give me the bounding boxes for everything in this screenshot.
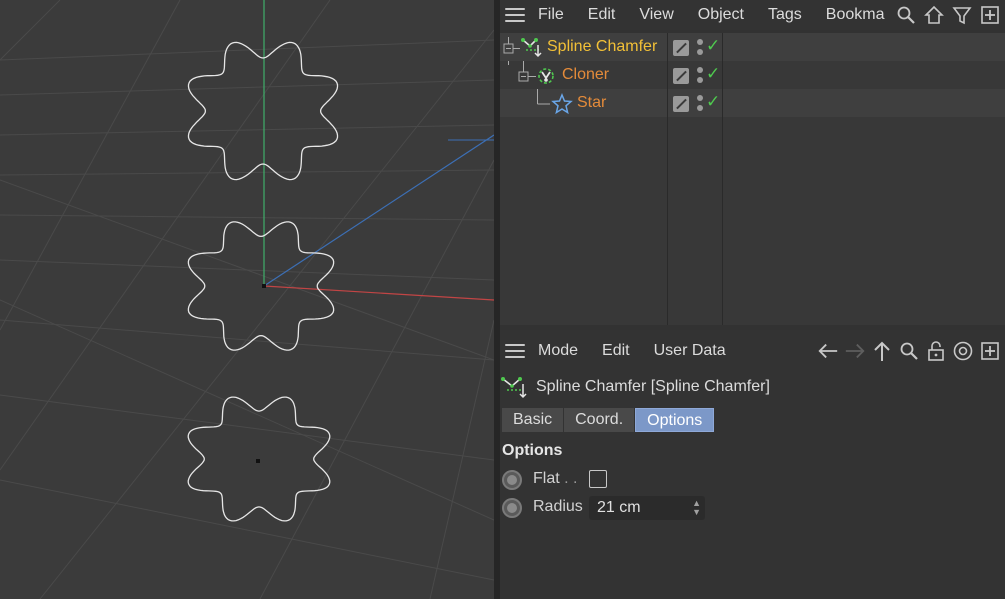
menu-tags[interactable]: Tags	[768, 6, 802, 24]
star-icon	[551, 93, 573, 115]
tree-row-spline-chamfer[interactable]: Spline Chamfer ✓	[500, 33, 1005, 61]
menu-user-data[interactable]: User Data	[654, 342, 726, 360]
search-icon[interactable]	[898, 340, 920, 362]
spline-chamfer-icon	[501, 377, 527, 399]
enabled-check-icon[interactable]: ✓	[706, 36, 720, 56]
tree-label-spline-chamfer[interactable]: Spline Chamfer	[547, 38, 657, 56]
menu-view[interactable]: View	[639, 6, 673, 24]
target-icon[interactable]	[952, 340, 974, 362]
spline-chamfer-icon	[521, 38, 542, 58]
up-arrow-icon[interactable]	[871, 340, 893, 362]
flat-label: Flat . .	[533, 470, 578, 487]
search-icon[interactable]	[895, 4, 917, 26]
star-pivot-point	[256, 459, 260, 463]
column-separator[interactable]	[722, 33, 723, 325]
menu-edit[interactable]: Edit	[602, 342, 630, 360]
menu-mode[interactable]: Mode	[538, 342, 578, 360]
tab-options[interactable]: Options	[635, 408, 715, 432]
section-title-options: Options	[502, 442, 563, 459]
visibility-dots[interactable]	[697, 67, 703, 83]
layer-toggle[interactable]	[673, 68, 689, 84]
attribute-manager-menubar: Mode Edit User Data	[500, 336, 1005, 366]
viewport[interactable]	[0, 0, 494, 599]
axis-x	[263, 285, 494, 301]
tree-label-cloner[interactable]: Cloner	[562, 66, 609, 84]
tab-coord[interactable]: Coord.	[564, 408, 636, 432]
attribute-tabs: Basic Coord. Options	[502, 408, 715, 432]
tree-label-star[interactable]: Star	[577, 94, 606, 112]
object-manager: File Edit View Object Tags Bookma Spline…	[500, 0, 1005, 330]
new-panel-icon[interactable]	[979, 4, 1001, 26]
animate-radio[interactable]	[502, 470, 522, 490]
axis-z	[263, 134, 494, 287]
property-radius: Radius 21 cm ▲ ▼	[500, 496, 1005, 520]
layer-toggle[interactable]	[673, 96, 689, 112]
hamburger-menu-icon[interactable]	[505, 344, 525, 358]
new-panel-icon[interactable]	[979, 340, 1001, 362]
attribute-title-text: Spline Chamfer [Spline Chamfer]	[536, 378, 770, 395]
cloner-icon	[538, 68, 554, 84]
tree-row-star[interactable]: Star ✓	[500, 89, 1005, 117]
animate-radio[interactable]	[502, 498, 522, 518]
hamburger-menu-icon[interactable]	[505, 8, 525, 22]
layer-toggle[interactable]	[673, 40, 689, 56]
star-chamfered-2[interactable]	[187, 221, 335, 351]
object-manager-toolbar	[895, 0, 1005, 30]
radius-label: Radius	[533, 498, 583, 515]
home-icon[interactable]	[923, 4, 945, 26]
origin-point	[262, 284, 266, 288]
flat-checkbox[interactable]	[589, 470, 607, 488]
filter-icon[interactable]	[951, 4, 973, 26]
column-separator[interactable]	[667, 33, 668, 325]
tree-row-cloner[interactable]: Cloner ✓	[500, 61, 1005, 89]
star-chamfered-1[interactable]	[187, 41, 339, 181]
property-flat: Flat . .	[500, 468, 1005, 492]
visibility-dots[interactable]	[697, 95, 703, 111]
forward-arrow-icon[interactable]	[844, 340, 866, 362]
menu-object[interactable]: Object	[698, 6, 744, 24]
lock-icon[interactable]	[925, 340, 947, 362]
radius-value: 21 cm	[597, 499, 641, 516]
tab-basic[interactable]: Basic	[502, 408, 565, 432]
menu-bookmarks[interactable]: Bookma	[826, 6, 885, 24]
menu-edit[interactable]: Edit	[588, 6, 616, 24]
enabled-check-icon[interactable]: ✓	[706, 92, 720, 112]
viewport-canvas[interactable]	[0, 0, 494, 599]
radius-input[interactable]: 21 cm ▲ ▼	[589, 496, 705, 520]
object-tree[interactable]: Spline Chamfer ✓ Cloner ✓ Star ✓	[500, 33, 1005, 325]
back-arrow-icon[interactable]	[817, 340, 839, 362]
attribute-manager: Mode Edit User Data Spline Chamfer [Spli…	[500, 330, 1005, 599]
attribute-manager-toolbar	[817, 336, 1005, 366]
visibility-dots[interactable]	[697, 39, 703, 55]
stepper-arrows-icon[interactable]: ▲ ▼	[692, 499, 701, 517]
attribute-object-title: Spline Chamfer [Spline Chamfer]	[500, 373, 770, 401]
enabled-check-icon[interactable]: ✓	[706, 64, 720, 84]
menu-file[interactable]: File	[538, 6, 564, 24]
object-manager-menubar: File Edit View Object Tags Bookma	[500, 0, 1005, 30]
grid-lines	[0, 0, 494, 599]
